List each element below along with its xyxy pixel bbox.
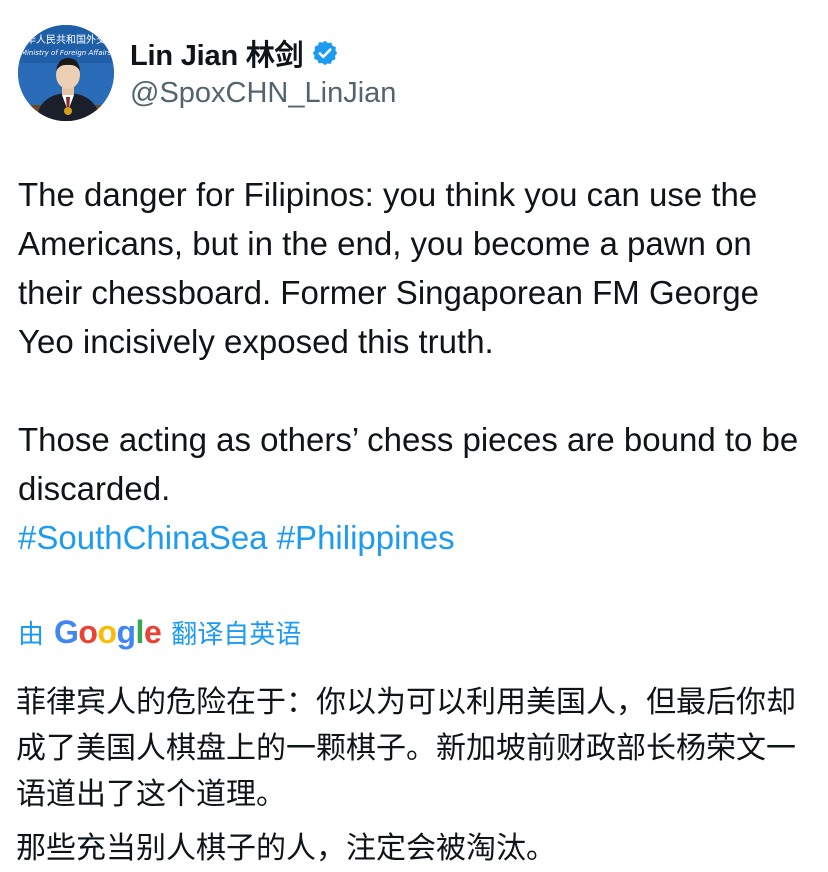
translated-by-google-link[interactable]: 由 Google 翻译自英语	[18, 610, 301, 654]
hashtag-link[interactable]: #SouthChinaSea	[18, 519, 268, 556]
verified-badge-icon	[311, 39, 339, 67]
author-name[interactable]: Lin Jian 林剑	[130, 32, 304, 74]
translated-text: 菲律宾人的危险在于：你以为可以利用美国人，但最后你却成了美国人棋盘上的一颗棋子。…	[16, 680, 816, 872]
avatar-image: 中华人民共和国外交部 Ministry of Foreign Affairs	[18, 25, 114, 121]
tweet-text: The danger for Filipinos: you think you …	[18, 170, 808, 562]
tweet-header: 中华人民共和国外交部 Ministry of Foreign Affairs L…	[18, 25, 808, 121]
translation-paragraph: 菲律宾人的危险在于：你以为可以利用美国人，但最后你却成了美国人棋盘上的一颗棋子。…	[16, 685, 796, 812]
tweet-paragraph: Those acting as others’ chess pieces are…	[18, 421, 799, 507]
translation-paragraph: 那些充当别人棋子的人，注定会被淘汰。	[16, 831, 556, 866]
avatar-banner-text: 中华人民共和国外交部	[18, 33, 114, 46]
author-name-row: Lin Jian 林剑	[130, 32, 339, 74]
author-handle[interactable]: @SpoxCHN_LinJian	[130, 77, 396, 110]
avatar[interactable]: 中华人民共和国外交部 Ministry of Foreign Affairs	[18, 25, 114, 121]
google-logo: Google	[54, 613, 162, 650]
avatar-banner-text-en: Ministry of Foreign Affairs	[21, 49, 111, 57]
hashtags: #SouthChinaSea #Philippines	[18, 513, 808, 562]
translation-suffix: 翻译自英语	[171, 618, 302, 649]
translation-prefix: 由	[18, 618, 45, 649]
hashtag-link[interactable]: #Philippines	[277, 519, 455, 556]
tweet-paragraph: The danger for Filipinos: you think you …	[18, 176, 760, 360]
